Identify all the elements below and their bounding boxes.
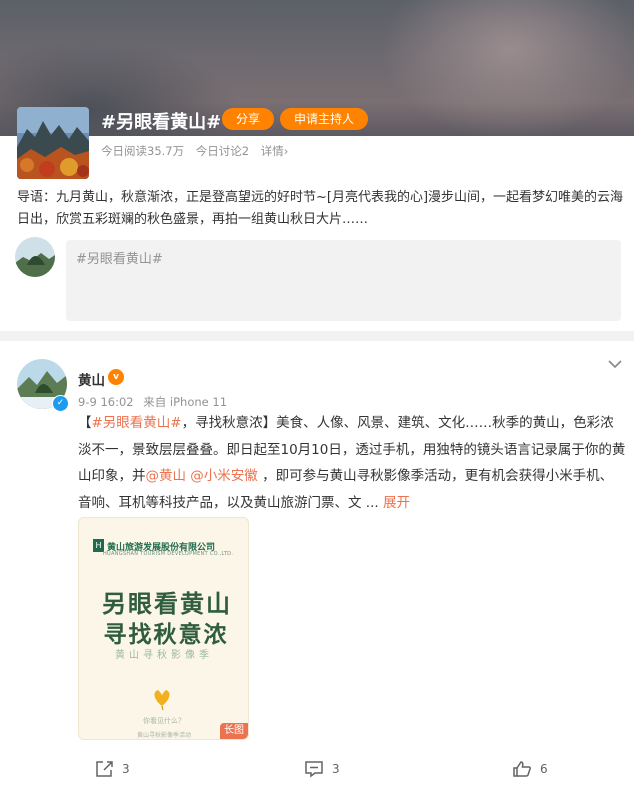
discussions-count: 今日讨论2	[195, 144, 250, 158]
topic-stats: 今日阅读35.7万 今日讨论2 详情›	[101, 143, 296, 159]
comment-count: 3	[332, 762, 340, 776]
comment-button[interactable]: 3	[304, 757, 340, 781]
poster-headline: 另眼看黄山	[102, 589, 232, 618]
avatar[interactable]	[15, 237, 55, 277]
like-button[interactable]: 6	[512, 757, 548, 781]
section-divider	[0, 331, 634, 341]
member-badge-icon: v	[108, 369, 124, 385]
poster-org-en: HUANGSHAN TOURISM DEVELOPMENT CO.,LTD.	[103, 551, 234, 557]
thumbs-up-icon	[513, 761, 531, 777]
apply-host-button[interactable]: 申请主持人	[280, 108, 368, 130]
post-image[interactable]: H 黄山旅游发展股份有限公司 HUANGSHAN TOURISM DEVELOP…	[78, 517, 249, 740]
details-link[interactable]: 详情›	[261, 144, 289, 158]
poster-subtitle: 黄山寻秋影像季	[115, 650, 213, 661]
repost-button[interactable]: 3	[94, 757, 130, 781]
post-time[interactable]: 9-9 16:02	[78, 395, 134, 409]
reads-count: 今日阅读35.7万	[101, 144, 185, 158]
repost-count: 3	[122, 762, 130, 776]
repost-icon	[96, 761, 113, 777]
poster-question: 你看见什么？	[143, 717, 185, 725]
author-name[interactable]: 黄山	[78, 369, 105, 389]
post-source: 来自 iPhone 11	[143, 395, 228, 409]
poster-footer: 黄山寻秋影像季活动	[136, 732, 191, 739]
composer-input[interactable]: #另眼看黄山#	[66, 240, 621, 321]
topic-title: #另眼看黄山#	[101, 112, 222, 133]
verified-icon: ✓	[52, 395, 69, 412]
chevron-down-icon[interactable]	[607, 355, 623, 369]
mention-link[interactable]: @黄山	[146, 468, 187, 484]
post-body: 【#另眼看黄山#，寻找秋意浓】美食、人像、风景、建筑、文化……秋季的黄山，色彩浓…	[78, 410, 626, 516]
post-meta: 9-9 16:02 来自 iPhone 11	[78, 394, 233, 410]
ginkgo-leaf-icon	[150, 686, 174, 711]
post-text-bracket: 【	[78, 415, 92, 431]
topic-intro: 导语：九月黄山，秋意渐浓，正是登高望远的好时节~[月亮代表我的心]漫步山间，一起…	[17, 190, 624, 227]
comment-icon	[305, 761, 323, 778]
like-count: 6	[540, 762, 548, 776]
mention-link[interactable]: @小米安徽	[190, 468, 258, 484]
post-actions: 3 3 6	[0, 757, 634, 781]
topic-thumbnail	[17, 107, 89, 179]
expand-link[interactable]: 展开	[383, 495, 410, 511]
hashtag-link[interactable]: #另眼看黄山#	[92, 415, 182, 431]
share-button[interactable]: 分享	[222, 108, 274, 130]
long-image-badge: 长图	[220, 723, 248, 739]
banner-blur	[380, 0, 634, 136]
poster-headline: 寻找秋意浓	[103, 621, 229, 648]
